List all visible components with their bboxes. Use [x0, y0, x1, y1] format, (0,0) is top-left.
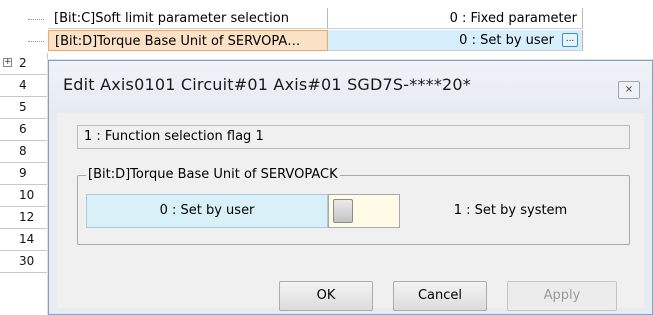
- row-number: 4: [0, 75, 48, 97]
- param-row-soft-limit[interactable]: [Bit:C]Soft limit parameter selection 0 …: [0, 8, 583, 30]
- option-set-by-user[interactable]: 0 : Set by user: [86, 194, 328, 228]
- row-number: 12: [0, 207, 48, 229]
- param-name: [Bit:C]Soft limit parameter selection: [48, 8, 328, 29]
- row-number: 5: [0, 97, 48, 119]
- dialog-titlebar[interactable]: Edit Axis0101 Circuit#01 Axis#01 SGD7S-*…: [49, 61, 652, 113]
- row-number-column: + 2 4 5 6 8 9 10 12 14 30: [0, 53, 48, 315]
- row-number: 6: [0, 119, 48, 141]
- row-number: 10: [0, 185, 48, 207]
- tree-connector: [0, 8, 48, 30]
- param-name: [Bit:D]Torque Base Unit of SERVOPA…: [48, 30, 328, 51]
- cancel-button[interactable]: Cancel: [393, 281, 487, 311]
- param-value-text: 0 : Set by user: [459, 33, 554, 48]
- dialog-body: 1 : Function selection flag 1 [Bit:D]Tor…: [57, 113, 644, 311]
- option-selector: 0 : Set by user 1 : Set by system: [86, 194, 621, 228]
- function-flag-field: 1 : Function selection flag 1: [77, 125, 630, 149]
- option-set-by-system[interactable]: 1 : Set by system: [400, 194, 621, 228]
- expand-icon[interactable]: +: [3, 58, 12, 67]
- row-number: 30: [0, 251, 48, 273]
- group-label: [Bit:D]Torque Base Unit of SERVOPACK: [86, 167, 340, 182]
- tree-connector: [0, 30, 48, 52]
- param-row-torque-base[interactable]: [Bit:D]Torque Base Unit of SERVOPA… 0 : …: [0, 30, 583, 52]
- edit-dialog: Edit Axis0101 Circuit#01 Axis#01 SGD7S-*…: [48, 60, 653, 315]
- dialog-title: Edit Axis0101 Circuit#01 Axis#01 SGD7S-*…: [63, 75, 472, 94]
- ellipsis-button[interactable]: ...: [562, 33, 578, 47]
- row-number: 14: [0, 229, 48, 251]
- toggle-knob[interactable]: [333, 199, 353, 223]
- close-icon[interactable]: ⨯: [618, 81, 640, 99]
- param-value[interactable]: 0 : Set by user ...: [328, 30, 583, 51]
- ok-button[interactable]: OK: [279, 281, 373, 311]
- row-number: + 2: [0, 53, 48, 75]
- toggle-switch[interactable]: [328, 194, 400, 228]
- apply-button[interactable]: Apply: [507, 281, 617, 311]
- row-number: 9: [0, 163, 48, 185]
- row-number: 8: [0, 141, 48, 163]
- bit-option-group: [Bit:D]Torque Base Unit of SERVOPACK 0 :…: [77, 167, 630, 245]
- param-value[interactable]: 0 : Fixed parameter: [328, 8, 583, 29]
